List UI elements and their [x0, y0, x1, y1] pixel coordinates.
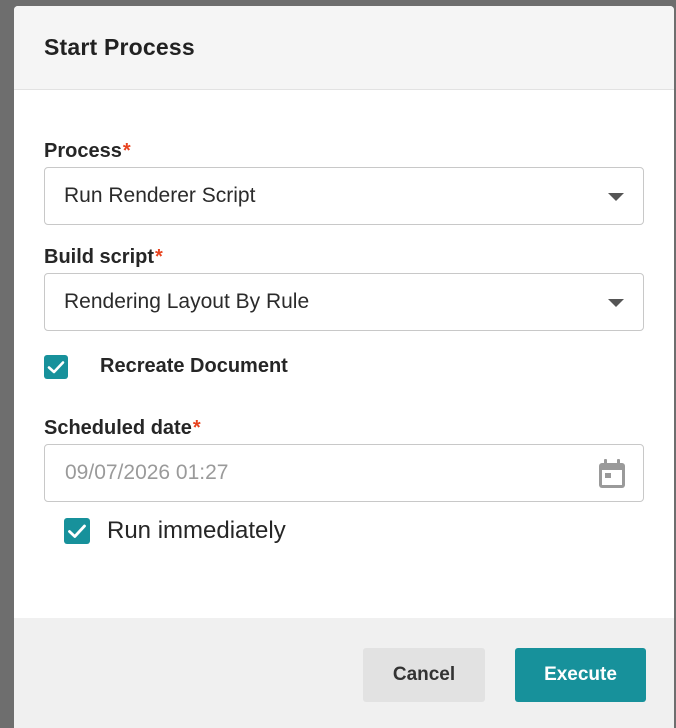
build-script-label-text: Build script: [44, 246, 155, 268]
build-script-label: Build script*: [44, 246, 163, 269]
required-marker: *: [192, 417, 201, 439]
required-marker: *: [122, 140, 131, 162]
dialog-header: Start Process: [14, 6, 674, 90]
chevron-down-icon: [608, 299, 624, 307]
calendar-icon[interactable]: [597, 458, 627, 490]
check-icon: [68, 524, 86, 538]
build-script-select[interactable]: Rendering Layout By Rule: [44, 273, 644, 331]
run-immediately-checkbox[interactable]: [64, 518, 90, 544]
process-label-text: Process: [44, 140, 122, 162]
cancel-button[interactable]: Cancel: [363, 648, 485, 702]
run-immediately-label: Run immediately: [107, 517, 286, 544]
required-marker: *: [155, 246, 163, 268]
recreate-document-label: Recreate Document: [100, 355, 288, 377]
dialog-title: Start Process: [44, 34, 195, 60]
build-script-select-value: Rendering Layout By Rule: [64, 290, 310, 313]
recreate-document-checkbox[interactable]: [44, 355, 68, 379]
start-process-dialog: Start Process Process* Run Renderer Scri…: [14, 6, 674, 728]
process-select[interactable]: Run Renderer Script: [44, 167, 644, 225]
scheduled-date-value: 09/07/2026 01:27: [65, 461, 229, 484]
dialog-body: Process* Run Renderer Script Build scrip…: [14, 90, 674, 618]
process-label: Process*: [44, 140, 131, 163]
execute-button[interactable]: Execute: [515, 648, 646, 702]
scheduled-date-input[interactable]: 09/07/2026 01:27: [44, 444, 644, 502]
check-icon: [47, 361, 65, 374]
dialog-footer: Cancel Execute: [14, 618, 674, 728]
scheduled-date-label-text: Scheduled date: [44, 417, 192, 439]
scheduled-date-label: Scheduled date*: [44, 417, 201, 440]
chevron-down-icon: [608, 193, 624, 201]
process-select-value: Run Renderer Script: [64, 184, 256, 207]
